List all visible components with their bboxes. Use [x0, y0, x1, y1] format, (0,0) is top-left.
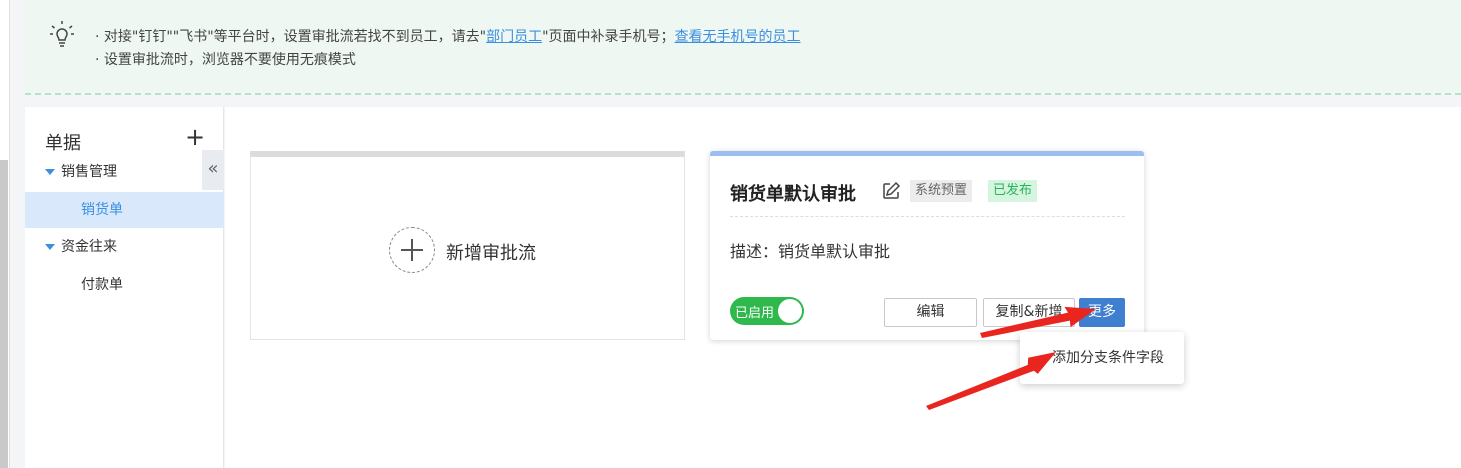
more-dropdown-menu: 添加分支条件字段: [1020, 332, 1184, 384]
notice-text: "页面中补录手机号；: [542, 29, 675, 45]
sidebar-group-funds[interactable]: 资金往来: [25, 229, 224, 265]
sidebar-item-label: 付款单: [81, 277, 123, 293]
document-sidebar: 单据 + 销售管理 销货单 资金往来 付款单: [25, 107, 224, 468]
plus-icon: [389, 227, 435, 273]
left-edge-panel: [0, 0, 10, 468]
pencil-edit-icon[interactable]: [881, 181, 901, 201]
sidebar-group-label: 资金往来: [61, 239, 117, 255]
lightbulb-icon: [50, 21, 74, 47]
caret-down-icon: [45, 169, 55, 175]
divider: [730, 216, 1125, 217]
sidebar-item-sales-order[interactable]: 销货单: [25, 192, 224, 228]
approval-flow-card: 销货单默认审批 系统预置 已发布 描述：销货单默认审批 已启用 编辑 复制&新增…: [710, 151, 1144, 340]
staff-without-phone-link[interactable]: 查看无手机号的员工: [675, 29, 801, 45]
published-status-badge: 已发布: [988, 180, 1038, 202]
enabled-toggle[interactable]: 已启用: [730, 297, 804, 325]
sidebar-group-sales[interactable]: 销售管理: [25, 154, 224, 190]
collapse-sidebar-button[interactable]: «: [202, 150, 224, 190]
new-approval-flow-card[interactable]: 新增审批流: [250, 151, 685, 340]
sidebar-item-label: 销货单: [81, 202, 123, 218]
notice-line-1: · 对接"钉钉""飞书"等平台时，设置审批流若找不到员工，请去"部门员工"页面中…: [95, 26, 801, 46]
copy-and-new-button[interactable]: 复制&新增: [983, 298, 1075, 327]
sidebar-group-label: 销售管理: [61, 164, 117, 180]
caret-down-icon: [45, 244, 55, 250]
notice-text: · 对接"钉钉""飞书"等平台时，设置审批流若找不到员工，请去": [95, 29, 487, 45]
add-branch-condition-field-menu-item[interactable]: 添加分支条件字段: [1020, 342, 1184, 374]
scrollbar[interactable]: [0, 160, 8, 468]
toggle-knob: [778, 299, 802, 323]
notice-line-2: · 设置审批流时，浏览器不要使用无痕模式: [95, 52, 356, 68]
toggle-label: 已启用: [735, 306, 775, 321]
sidebar-title: 单据: [45, 133, 81, 154]
add-document-button[interactable]: +: [185, 123, 205, 151]
new-approval-flow-label: 新增审批流: [446, 243, 536, 264]
sidebar-item-payment-order[interactable]: 付款单: [25, 267, 224, 303]
more-button[interactable]: 更多: [1079, 298, 1125, 327]
edit-button[interactable]: 编辑: [884, 298, 977, 327]
notice-banner: · 对接"钉钉""飞书"等平台时，设置审批流若找不到员工，请去"部门员工"页面中…: [25, 0, 1461, 95]
flow-name: 销货单默认审批: [730, 184, 856, 205]
flow-description: 描述：销货单默认审批: [730, 242, 891, 261]
system-preset-tag: 系统预置: [910, 180, 973, 202]
department-staff-link[interactable]: 部门员工: [486, 29, 542, 45]
